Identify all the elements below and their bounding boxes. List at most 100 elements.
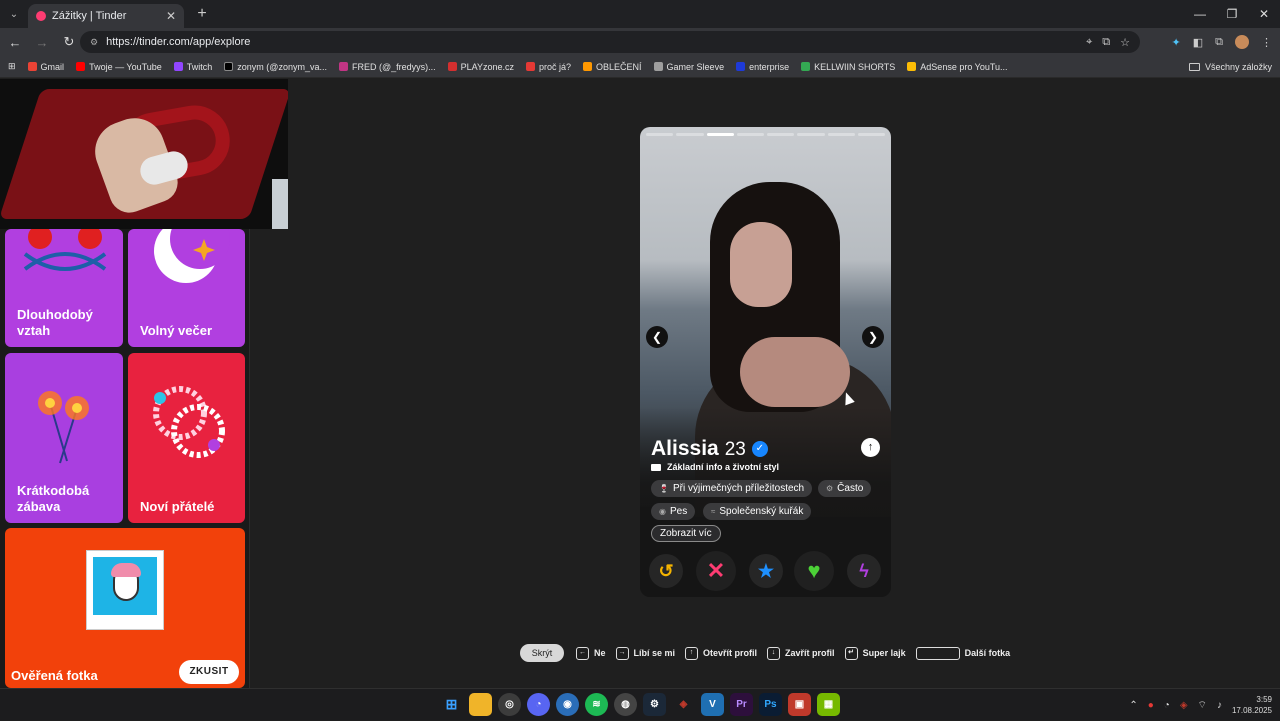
site-info-icon[interactable]: ⚙ xyxy=(90,37,98,48)
reload-icon[interactable]: ↻ xyxy=(57,34,81,50)
tray-discord-icon[interactable]: ◔ xyxy=(1164,700,1170,711)
bookmark-item[interactable]: Gmail xyxy=(27,62,64,72)
steam-icon[interactable]: ⚙ xyxy=(643,693,666,716)
tile-short-term[interactable]: Krátkodobá zábava xyxy=(5,353,123,523)
bookmark-item[interactable]: Twitch xyxy=(173,62,212,72)
chrome-icon[interactable]: ◎ xyxy=(498,693,521,716)
start-windows-icon[interactable]: ⊞ xyxy=(440,693,463,716)
address-bar[interactable]: ⚙ https://tinder.com/app/explore ⌖ ⧉ ☆ xyxy=(80,31,1140,53)
obs-icon[interactable]: ◍ xyxy=(614,693,637,716)
bookmark-item[interactable]: Twoje — YouTube xyxy=(76,62,162,72)
bookmark-item[interactable]: enterprise xyxy=(736,62,789,72)
boost-button[interactable]: ϟ xyxy=(847,554,881,588)
chip-smoking: ≈ Společenský kuřák xyxy=(703,503,812,520)
tray-app-icon[interactable]: ● xyxy=(1148,700,1154,711)
show-more-button[interactable]: Zobrazit víc xyxy=(651,525,721,542)
profile-card[interactable]: ❮ ❯ Alissia 23 ✓ ↑ Základní info a život… xyxy=(640,127,891,597)
clock[interactable]: 3:59 17.08.2025 xyxy=(1232,694,1272,716)
back-icon[interactable]: ← xyxy=(3,35,27,50)
browser-tab[interactable]: Zážitky | Tinder ✕ xyxy=(28,4,184,28)
app-red-2-icon[interactable]: ▣ xyxy=(788,693,811,716)
tile-long-term[interactable]: Dlouhodobý vztah xyxy=(5,229,123,347)
extension-icon[interactable]: ✦ xyxy=(1172,36,1181,49)
new-tab-icon[interactable]: + xyxy=(190,5,214,23)
apps-grid-icon[interactable]: ⊞ xyxy=(8,61,16,72)
minimize-icon[interactable]: — xyxy=(1184,0,1216,28)
moon-icon xyxy=(154,229,230,283)
tinder-favicon-icon xyxy=(36,11,46,21)
bookmark-item[interactable]: Gamer Sleeve xyxy=(653,62,724,72)
action-buttons: ↺ ✕ ★ ♥ ϟ xyxy=(649,551,882,591)
extension-2-icon[interactable]: ◧ xyxy=(1193,36,1203,49)
extensions-puzzle-icon[interactable]: ⧉ xyxy=(1215,36,1223,49)
location-icon[interactable]: ⌖ xyxy=(1086,36,1092,49)
next-photo-icon[interactable]: ❯ xyxy=(862,326,884,348)
open-profile-icon[interactable]: ↑ xyxy=(861,438,880,457)
tile-verified-photo[interactable]: Ověřená fotka ZKUSIT xyxy=(5,528,245,688)
workout-icon: ⚙ xyxy=(826,484,834,493)
bracelets-icon xyxy=(153,386,225,458)
chip-pet: ◉ Pes xyxy=(651,503,696,520)
tray-chevron-icon[interactable]: ⌃ xyxy=(1129,700,1137,711)
address-bar-icons: ⌖ ⧉ ☆ xyxy=(1086,31,1130,53)
photoshop-icon[interactable]: Ps xyxy=(759,693,782,716)
hide-hints-button[interactable]: Skrýt xyxy=(520,644,564,662)
keyboard-hints: Skrýt ← Ne → Líbí se mi ↑ Otevřít profil ↓ Z… xyxy=(520,644,1020,662)
tile-new-friends[interactable]: Noví přátelé xyxy=(128,353,245,523)
section-title: Základní info a životní styl xyxy=(651,462,779,472)
discord-icon[interactable]: ◔ xyxy=(527,693,550,716)
file-explorer-icon[interactable] xyxy=(469,693,492,716)
rewind-button[interactable]: ↺ xyxy=(649,554,683,588)
nvidia-icon[interactable]: ▦ xyxy=(817,693,840,716)
tile-label: Ověřená fotka xyxy=(11,668,98,683)
profile-avatar[interactable] xyxy=(1235,35,1249,49)
nope-button[interactable]: ✕ xyxy=(696,551,736,591)
all-bookmarks[interactable]: Všechny záložky xyxy=(1188,56,1272,78)
bookmark-item[interactable]: AdSense pro YouTu... xyxy=(907,62,1008,72)
arrow-right-key-icon: → xyxy=(615,646,629,660)
restore-icon[interactable]: ❐ xyxy=(1216,0,1248,28)
bookmarks-bar: ⊞ Gmail Twoje — YouTube Twitch zonym (@z… xyxy=(0,56,1280,78)
wifi-icon[interactable]: ⌔ xyxy=(1198,699,1207,712)
vegas-icon[interactable]: V xyxy=(701,693,724,716)
hint-next-photo: Další fotka xyxy=(915,646,1010,660)
spotify-icon[interactable]: ≋ xyxy=(585,693,608,716)
bookmark-item[interactable]: FRED (@_fredyys)... xyxy=(338,62,436,72)
arrow-up-key-icon: ↑ xyxy=(685,646,699,660)
hint-nope: ← Ne xyxy=(576,646,606,660)
close-tab-icon[interactable]: ✕ xyxy=(166,9,176,23)
system-tray: ⌃ ● ◔ ◈ ⌔ ♪ 3:59 17.08.2025 xyxy=(1129,689,1272,721)
super-like-button[interactable]: ★ xyxy=(749,554,783,588)
bookmark-item[interactable]: PLAYzone.cz xyxy=(447,62,514,72)
install-app-icon[interactable]: ⧉ xyxy=(1102,36,1110,49)
bookmark-item[interactable]: proč já? xyxy=(526,62,571,72)
menu-kebab-icon[interactable]: ⋮ xyxy=(1261,36,1272,49)
hint-close-profile: ↓ Zavřít profil xyxy=(767,646,835,660)
hint-like: → Líbí se mi xyxy=(615,646,675,660)
bookmark-item[interactable]: KELLWIIN SHORTS xyxy=(801,62,895,72)
try-button[interactable]: ZKUSIT xyxy=(179,660,239,684)
windows-taskbar: ⊞ ◎ ◔ ◉ ≋ ◍ ⚙ ◈ V Pr Ps ▣ ▦ ⌃ ● ◔ ◈ ⌔ ♪ … xyxy=(0,688,1280,720)
like-button[interactable]: ♥ xyxy=(794,551,834,591)
premiere-icon[interactable]: Pr xyxy=(730,693,753,716)
pet-icon: ◉ xyxy=(659,507,666,516)
close-window-icon[interactable]: ✕ xyxy=(1248,0,1280,28)
tab-search-icon[interactable]: ⌄ xyxy=(0,0,28,28)
tile-free-evening[interactable]: Volný večer xyxy=(128,229,245,347)
tray-app-2-icon[interactable]: ◈ xyxy=(1180,700,1188,711)
app-icon[interactable]: ◉ xyxy=(556,693,579,716)
volume-icon[interactable]: ♪ xyxy=(1217,700,1222,711)
bookmark-item[interactable]: OBLEČENÍ xyxy=(583,62,642,72)
app-red-icon[interactable]: ◈ xyxy=(672,693,695,716)
browser-tab-bar: ⌄ Zážitky | Tinder ✕ + — ❐ ✕ xyxy=(0,0,1280,28)
bookmark-item[interactable]: zonym (@zonym_va... xyxy=(224,62,327,72)
tile-label: Volný večer xyxy=(140,323,213,338)
bookmark-star-icon[interactable]: ☆ xyxy=(1120,36,1130,49)
verified-badge-icon: ✓ xyxy=(751,441,768,457)
chip-workout: ⚙ Často xyxy=(818,480,872,497)
previous-photo-icon[interactable]: ❮ xyxy=(646,326,668,348)
tile-label: Krátkodobá zábava xyxy=(17,483,90,514)
window-controls: — ❐ ✕ xyxy=(1184,0,1280,28)
forward-icon[interactable]: → xyxy=(30,35,54,50)
enter-key-icon: ↵ xyxy=(844,646,858,660)
